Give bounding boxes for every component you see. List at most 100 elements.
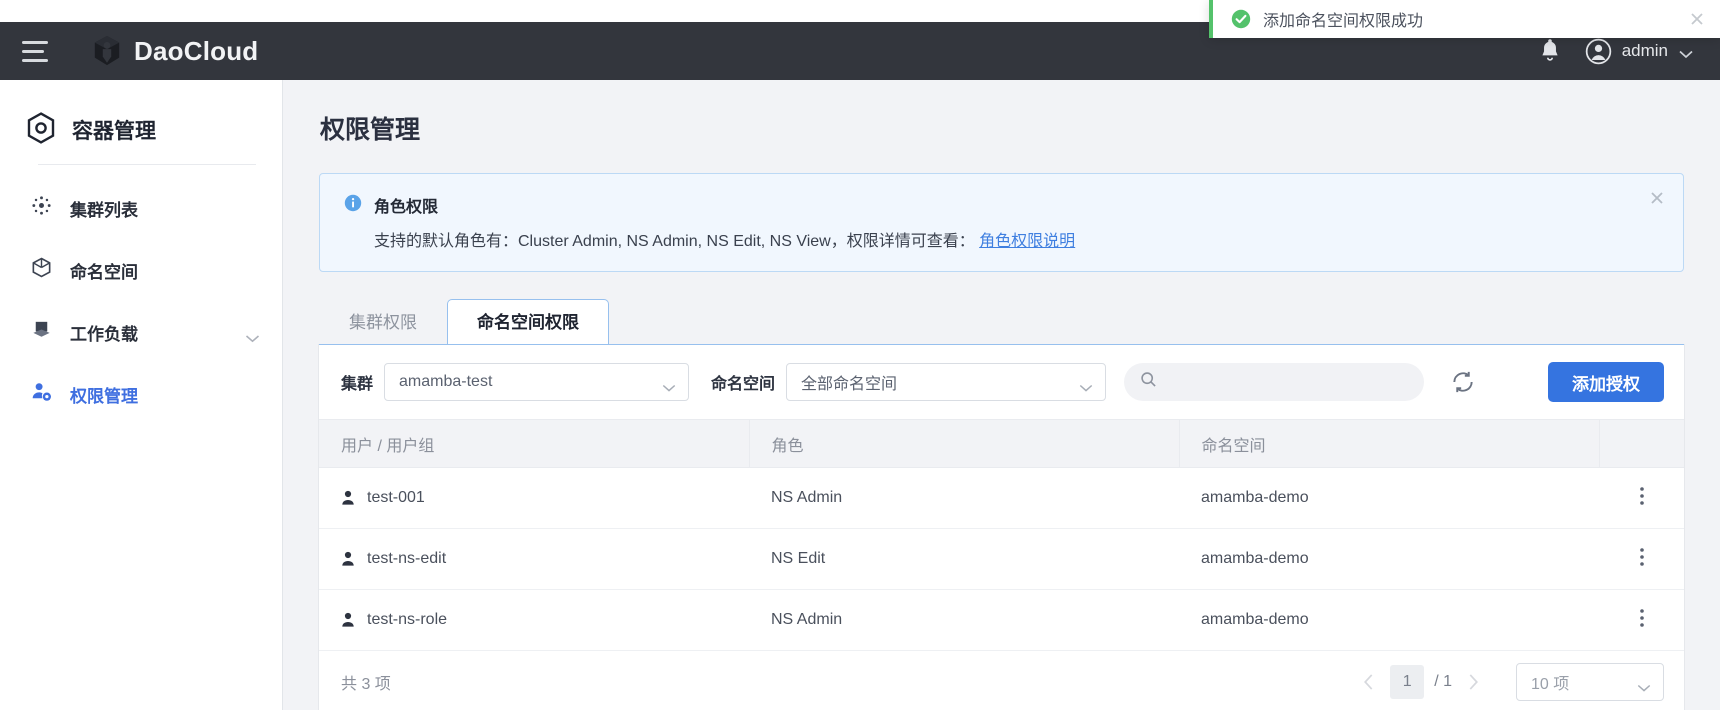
table-head: 用户 / 用户组 角色 命名空间 <box>319 419 1684 468</box>
person-icon <box>341 490 356 507</box>
cluster-nodes-icon <box>30 194 53 222</box>
sidebar-item-label: 命名空间 <box>70 262 138 282</box>
page-size-select[interactable]: 10 项 <box>1516 663 1664 701</box>
cluster-filter-label: 集群 <box>341 376 374 393</box>
user-name-text: test-001 <box>367 489 425 506</box>
main-content: 权限管理 角色权限 支持的默认角色有：Cluster Admin, NS Adm… <box>283 80 1720 710</box>
user-name-text: test-ns-role <box>367 611 448 628</box>
column-header-role: 角色 <box>749 419 1180 468</box>
sidebar-divider <box>38 164 256 165</box>
brand[interactable]: DaoCloud <box>92 35 258 67</box>
permission-tabs: 集群权限 命名空间权限 <box>319 298 1684 345</box>
page-size-value: 10 项 <box>1531 676 1570 693</box>
column-header-actions <box>1599 419 1684 468</box>
table-footer: 共 3 项 1 / 1 10 项 <box>319 651 1684 710</box>
page-title: 权限管理 <box>320 116 421 144</box>
bell-icon[interactable] <box>1537 38 1563 64</box>
cluster-select-value: amamba-test <box>399 373 493 390</box>
cell-user: test-ns-edit <box>319 528 749 590</box>
cell-role: NS Edit <box>749 528 1179 590</box>
cell-namespace: amamba-demo <box>1179 467 1599 529</box>
chevron-down-icon <box>662 379 676 392</box>
kebab-menu-icon[interactable] <box>1639 486 1645 511</box>
cell-actions <box>1599 589 1684 651</box>
banner-close-icon[interactable] <box>1647 188 1667 208</box>
table-row[interactable]: test-001 NS Admin amamba-demo <box>319 467 1684 529</box>
banner-title: 角色权限 <box>374 199 439 216</box>
cell-role: NS Admin <box>749 467 1179 529</box>
user-menu[interactable]: admin <box>1585 38 1694 65</box>
app-root: DaoCloud admin 容器管理 集群列表 命名空间 工作负载 权限管理 … <box>0 0 1720 710</box>
tab-namespace-permission[interactable]: 命名空间权限 <box>447 299 609 345</box>
sidebar-item-label: 工作负载 <box>70 324 138 344</box>
sidebar-item-label: 集群列表 <box>70 200 138 220</box>
column-header-user: 用户 / 用户组 <box>319 419 750 468</box>
toast-close-icon[interactable] <box>1688 10 1706 28</box>
hamburger-icon[interactable] <box>22 36 56 66</box>
banner-heading: 角色权限 <box>344 193 1661 217</box>
sidebar-item-permission[interactable]: 权限管理 <box>0 363 282 425</box>
table-row[interactable]: test-ns-edit NS Edit amamba-demo <box>319 528 1684 590</box>
sidebar-item-label: 权限管理 <box>70 386 138 406</box>
tabs-underline <box>319 344 1684 345</box>
namespace-filter-label: 命名空间 <box>711 376 776 393</box>
namespace-cube-icon <box>30 256 53 284</box>
search-icon <box>1140 371 1157 393</box>
cube-hex-icon <box>26 111 56 149</box>
sidebar-item-namespace[interactable]: 命名空间 <box>0 239 282 301</box>
chevron-right-icon[interactable] <box>1460 669 1486 695</box>
pagination: 1 / 1 10 项 <box>1356 663 1664 701</box>
search-input[interactable] <box>1167 373 1409 391</box>
permission-panel: 集群 amamba-test 命名空间 全部命名空间 添加授权 用户 / 用户组… <box>319 345 1684 710</box>
total-count-text: 共 3 项 <box>341 676 391 693</box>
table-row[interactable]: test-ns-role NS Admin amamba-demo <box>319 589 1684 651</box>
banner-body-text: 支持的默认角色有：Cluster Admin, NS Admin, NS Edi… <box>374 233 975 250</box>
workload-stack-icon <box>30 318 53 346</box>
header-actions: admin <box>1537 38 1694 65</box>
cell-namespace: amamba-demo <box>1179 528 1599 590</box>
table-header-row: 用户 / 用户组 角色 命名空间 <box>319 419 1684 468</box>
banner-body: 支持的默认角色有：Cluster Admin, NS Admin, NS Edi… <box>374 227 1661 251</box>
user-name: admin <box>1621 41 1668 60</box>
permission-card: 集群权限 命名空间权限 集群 amamba-test 命名空间 全部命名空间 添… <box>319 298 1684 710</box>
namespace-select[interactable]: 全部命名空间 <box>786 363 1107 401</box>
column-header-namespace: 命名空间 <box>1179 419 1600 468</box>
total-pages: / 1 <box>1434 673 1452 690</box>
tab-cluster-permission[interactable]: 集群权限 <box>319 299 447 345</box>
success-check-icon <box>1231 9 1251 29</box>
chevron-down-icon <box>1678 46 1694 59</box>
chevron-down-icon[interactable] <box>245 328 260 342</box>
info-circle-icon <box>344 194 362 217</box>
chevron-left-icon[interactable] <box>1356 669 1382 695</box>
add-authorization-button[interactable]: 添加授权 <box>1548 362 1664 402</box>
success-toast: 添加命名空间权限成功 <box>1209 0 1720 38</box>
toast-message: 添加命名空间权限成功 <box>1263 13 1424 30</box>
search-box[interactable] <box>1124 363 1425 401</box>
refresh-icon[interactable] <box>1450 369 1476 395</box>
table-body: test-001 NS Admin amamba-demo test-ns-ed… <box>319 467 1684 651</box>
filter-bar: 集群 amamba-test 命名空间 全部命名空间 添加授权 <box>319 345 1684 419</box>
role-permission-doc-link[interactable]: 角色权限说明 <box>979 233 1075 250</box>
user-name-text: test-ns-edit <box>367 550 447 567</box>
person-icon <box>341 612 356 629</box>
brand-name: DaoCloud <box>134 35 259 66</box>
cell-user: test-ns-role <box>319 589 749 651</box>
kebab-menu-icon[interactable] <box>1639 608 1645 633</box>
role-permission-banner: 角色权限 支持的默认角色有：Cluster Admin, NS Admin, N… <box>319 173 1684 272</box>
user-gear-icon <box>30 380 53 408</box>
sidebar-nav: 集群列表 命名空间 工作负载 权限管理 <box>0 177 282 425</box>
person-icon <box>341 551 356 568</box>
cell-actions <box>1599 528 1684 590</box>
daocloud-cube-logo <box>92 35 122 67</box>
cell-user: test-001 <box>319 467 749 529</box>
sidebar-title-label: 容器管理 <box>72 120 156 143</box>
cluster-select[interactable]: amamba-test <box>384 363 690 401</box>
current-page[interactable]: 1 <box>1390 665 1425 699</box>
chevron-down-icon <box>1637 679 1651 692</box>
sidebar: 容器管理 集群列表 命名空间 工作负载 权限管理 <box>0 80 283 710</box>
sidebar-item-workload[interactable]: 工作负载 <box>0 301 282 363</box>
sidebar-item-cluster-list[interactable]: 集群列表 <box>0 177 282 239</box>
permission-table: 用户 / 用户组 角色 命名空间 test-001 NS Admin amamb… <box>319 419 1684 651</box>
cell-namespace: amamba-demo <box>1179 589 1599 651</box>
kebab-menu-icon[interactable] <box>1639 547 1645 572</box>
